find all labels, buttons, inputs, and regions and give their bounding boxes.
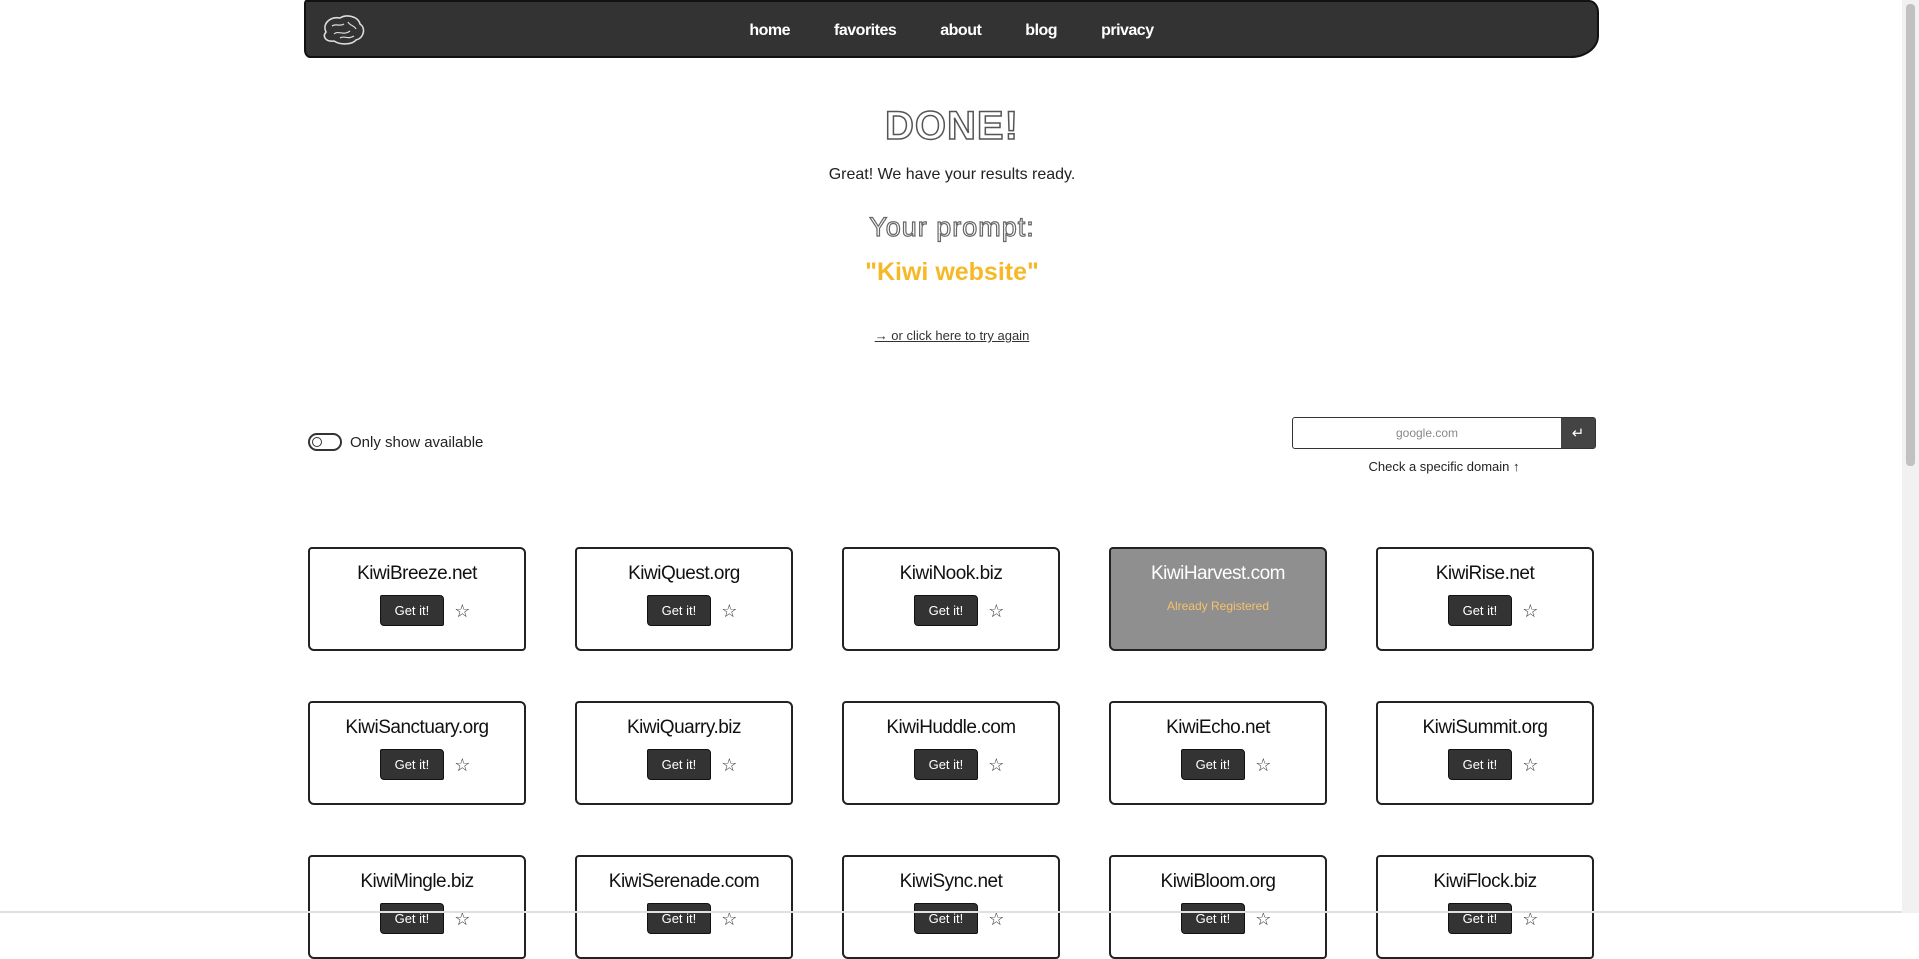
- domain-check-box: ↵: [1292, 417, 1596, 449]
- domain-card-actions: Get it! ☆: [1378, 749, 1592, 780]
- domain-card-actions: Get it! ☆: [577, 749, 791, 780]
- domain-card-actions: Get it! ☆: [1378, 595, 1592, 626]
- nav-blog-link[interactable]: blog: [1025, 22, 1057, 40]
- domain-card-actions: Get it! ☆: [1378, 903, 1592, 934]
- domain-check-hint: Check a specific domain ↑: [1368, 459, 1520, 474]
- domain-card: KiwiNook.biz Get it! ☆: [842, 547, 1060, 651]
- domain-card: KiwiFlock.biz Get it! ☆: [1376, 855, 1594, 959]
- done-title: DONE!: [884, 103, 1019, 149]
- nav-privacy-link[interactable]: privacy: [1101, 22, 1154, 40]
- favorite-star-icon[interactable]: ☆: [988, 602, 1004, 620]
- favorite-star-icon[interactable]: ☆: [1255, 756, 1271, 774]
- domain-name: KiwiHuddle.com: [886, 717, 1016, 738]
- prompt-label: Your prompt:: [869, 211, 1035, 242]
- get-it-button[interactable]: Get it!: [913, 595, 979, 626]
- domain-check-input[interactable]: [1293, 418, 1561, 448]
- domain-card-actions: Get it! ☆: [844, 749, 1058, 780]
- only-available-label: Only show available: [350, 433, 484, 451]
- domain-card-actions: Get it! ☆: [310, 903, 524, 934]
- domain-card: KiwiMingle.biz Get it! ☆: [308, 855, 526, 959]
- already-registered-label: Already Registered: [1166, 599, 1270, 613]
- domain-name: KiwiEcho.net: [1166, 717, 1270, 738]
- domain-card: KiwiSerenade.com Get it! ☆: [575, 855, 793, 959]
- domain-card-actions: Get it! ☆: [1111, 903, 1325, 934]
- vertical-scrollbar[interactable]: [1902, 0, 1919, 913]
- only-available-filter[interactable]: Only show available: [308, 433, 483, 451]
- get-it-button[interactable]: Get it!: [646, 595, 712, 626]
- domain-card-actions: Get it! ☆: [844, 595, 1058, 626]
- domain-name: KiwiRise.net: [1435, 563, 1535, 584]
- domain-name: KiwiSummit.org: [1422, 717, 1548, 738]
- domain-name: KiwiSanctuary.org: [345, 717, 489, 738]
- domain-card: KiwiSanctuary.org Get it! ☆: [308, 701, 526, 805]
- domain-name: KiwiBloom.org: [1160, 871, 1276, 892]
- domain-card: KiwiSummit.org Get it! ☆: [1376, 701, 1594, 805]
- get-it-button[interactable]: Get it!: [1180, 749, 1246, 780]
- domain-name: KiwiQuest.org: [628, 563, 740, 584]
- prompt-value: "Kiwi website": [865, 258, 1039, 286]
- domain-card: KiwiHuddle.com Get it! ☆: [842, 701, 1060, 805]
- domain-card: KiwiRise.net Get it! ☆: [1376, 547, 1594, 651]
- get-it-button[interactable]: Get it!: [913, 903, 979, 934]
- domain-name: KiwiFlock.biz: [1433, 871, 1537, 892]
- get-it-button[interactable]: Get it!: [646, 903, 712, 934]
- get-it-button[interactable]: Get it!: [1447, 595, 1513, 626]
- domain-card: KiwiQuarry.biz Get it! ☆: [575, 701, 793, 805]
- favorite-star-icon[interactable]: ☆: [988, 756, 1004, 774]
- try-again-link[interactable]: → or click here to try again: [875, 328, 1030, 343]
- results-ready-subtitle: Great! We have your results ready.: [828, 166, 1076, 183]
- nav-favorites-link[interactable]: favorites: [834, 22, 897, 40]
- favorite-star-icon[interactable]: ☆: [454, 756, 470, 774]
- get-it-button[interactable]: Get it!: [379, 595, 445, 626]
- get-it-button[interactable]: Get it!: [646, 749, 712, 780]
- domain-card-actions: Get it! ☆: [577, 903, 791, 934]
- domain-name: KiwiHarvest.com: [1151, 563, 1285, 584]
- get-it-button[interactable]: Get it!: [379, 903, 445, 934]
- enter-icon: ↵: [1571, 425, 1585, 442]
- domain-card-actions: Get it! ☆: [1111, 749, 1325, 780]
- retry-link-wrap: → or click here to try again: [0, 328, 1904, 343]
- domain-card: KiwiHarvest.com Already Registered: [1109, 547, 1327, 651]
- domain-card-actions: Get it! ☆: [310, 749, 524, 780]
- domain-name: KiwiMingle.biz: [360, 871, 474, 892]
- domain-card: KiwiSync.net Get it! ☆: [842, 855, 1060, 959]
- domain-card: KiwiQuest.org Get it! ☆: [575, 547, 793, 651]
- domain-name: KiwiSync.net: [899, 871, 1003, 892]
- favorite-star-icon[interactable]: ☆: [454, 602, 470, 620]
- top-navbar: home favorites about blog privacy: [304, 0, 1599, 58]
- domain-name: KiwiBreeze.net: [357, 563, 477, 584]
- get-it-button[interactable]: Get it!: [1180, 903, 1246, 934]
- favorite-star-icon[interactable]: ☆: [721, 602, 737, 620]
- nav-home-link[interactable]: home: [749, 22, 790, 40]
- domain-card-actions: Get it! ☆: [310, 595, 524, 626]
- domain-results-grid: KiwiBreeze.net Get it! ☆ KiwiQuest.org Get i…: [308, 547, 1596, 959]
- favorite-star-icon[interactable]: ☆: [721, 756, 737, 774]
- domain-card-actions: Get it! ☆: [577, 595, 791, 626]
- domain-card: KiwiBloom.org Get it! ☆: [1109, 855, 1327, 959]
- domain-card: KiwiBreeze.net Get it! ☆: [308, 547, 526, 651]
- nav-links: home favorites about blog privacy: [306, 2, 1597, 60]
- domain-card: KiwiEcho.net Get it! ☆: [1109, 701, 1327, 805]
- domain-check-submit-button[interactable]: ↵: [1561, 418, 1595, 448]
- domain-name: KiwiQuarry.biz: [626, 717, 742, 738]
- favorite-star-icon[interactable]: ☆: [1522, 756, 1538, 774]
- favorite-star-icon[interactable]: ☆: [1522, 602, 1538, 620]
- only-available-toggle[interactable]: [308, 433, 342, 451]
- domain-name: KiwiSerenade.com: [608, 871, 760, 892]
- domain-card-actions: Get it! ☆: [844, 903, 1058, 934]
- scrollbar-thumb[interactable]: [1906, 4, 1915, 466]
- get-it-button[interactable]: Get it!: [1447, 749, 1513, 780]
- domain-name: KiwiNook.biz: [899, 563, 1003, 584]
- get-it-button[interactable]: Get it!: [1447, 903, 1513, 934]
- get-it-button[interactable]: Get it!: [913, 749, 979, 780]
- nav-about-link[interactable]: about: [940, 22, 982, 40]
- get-it-button[interactable]: Get it!: [379, 749, 445, 780]
